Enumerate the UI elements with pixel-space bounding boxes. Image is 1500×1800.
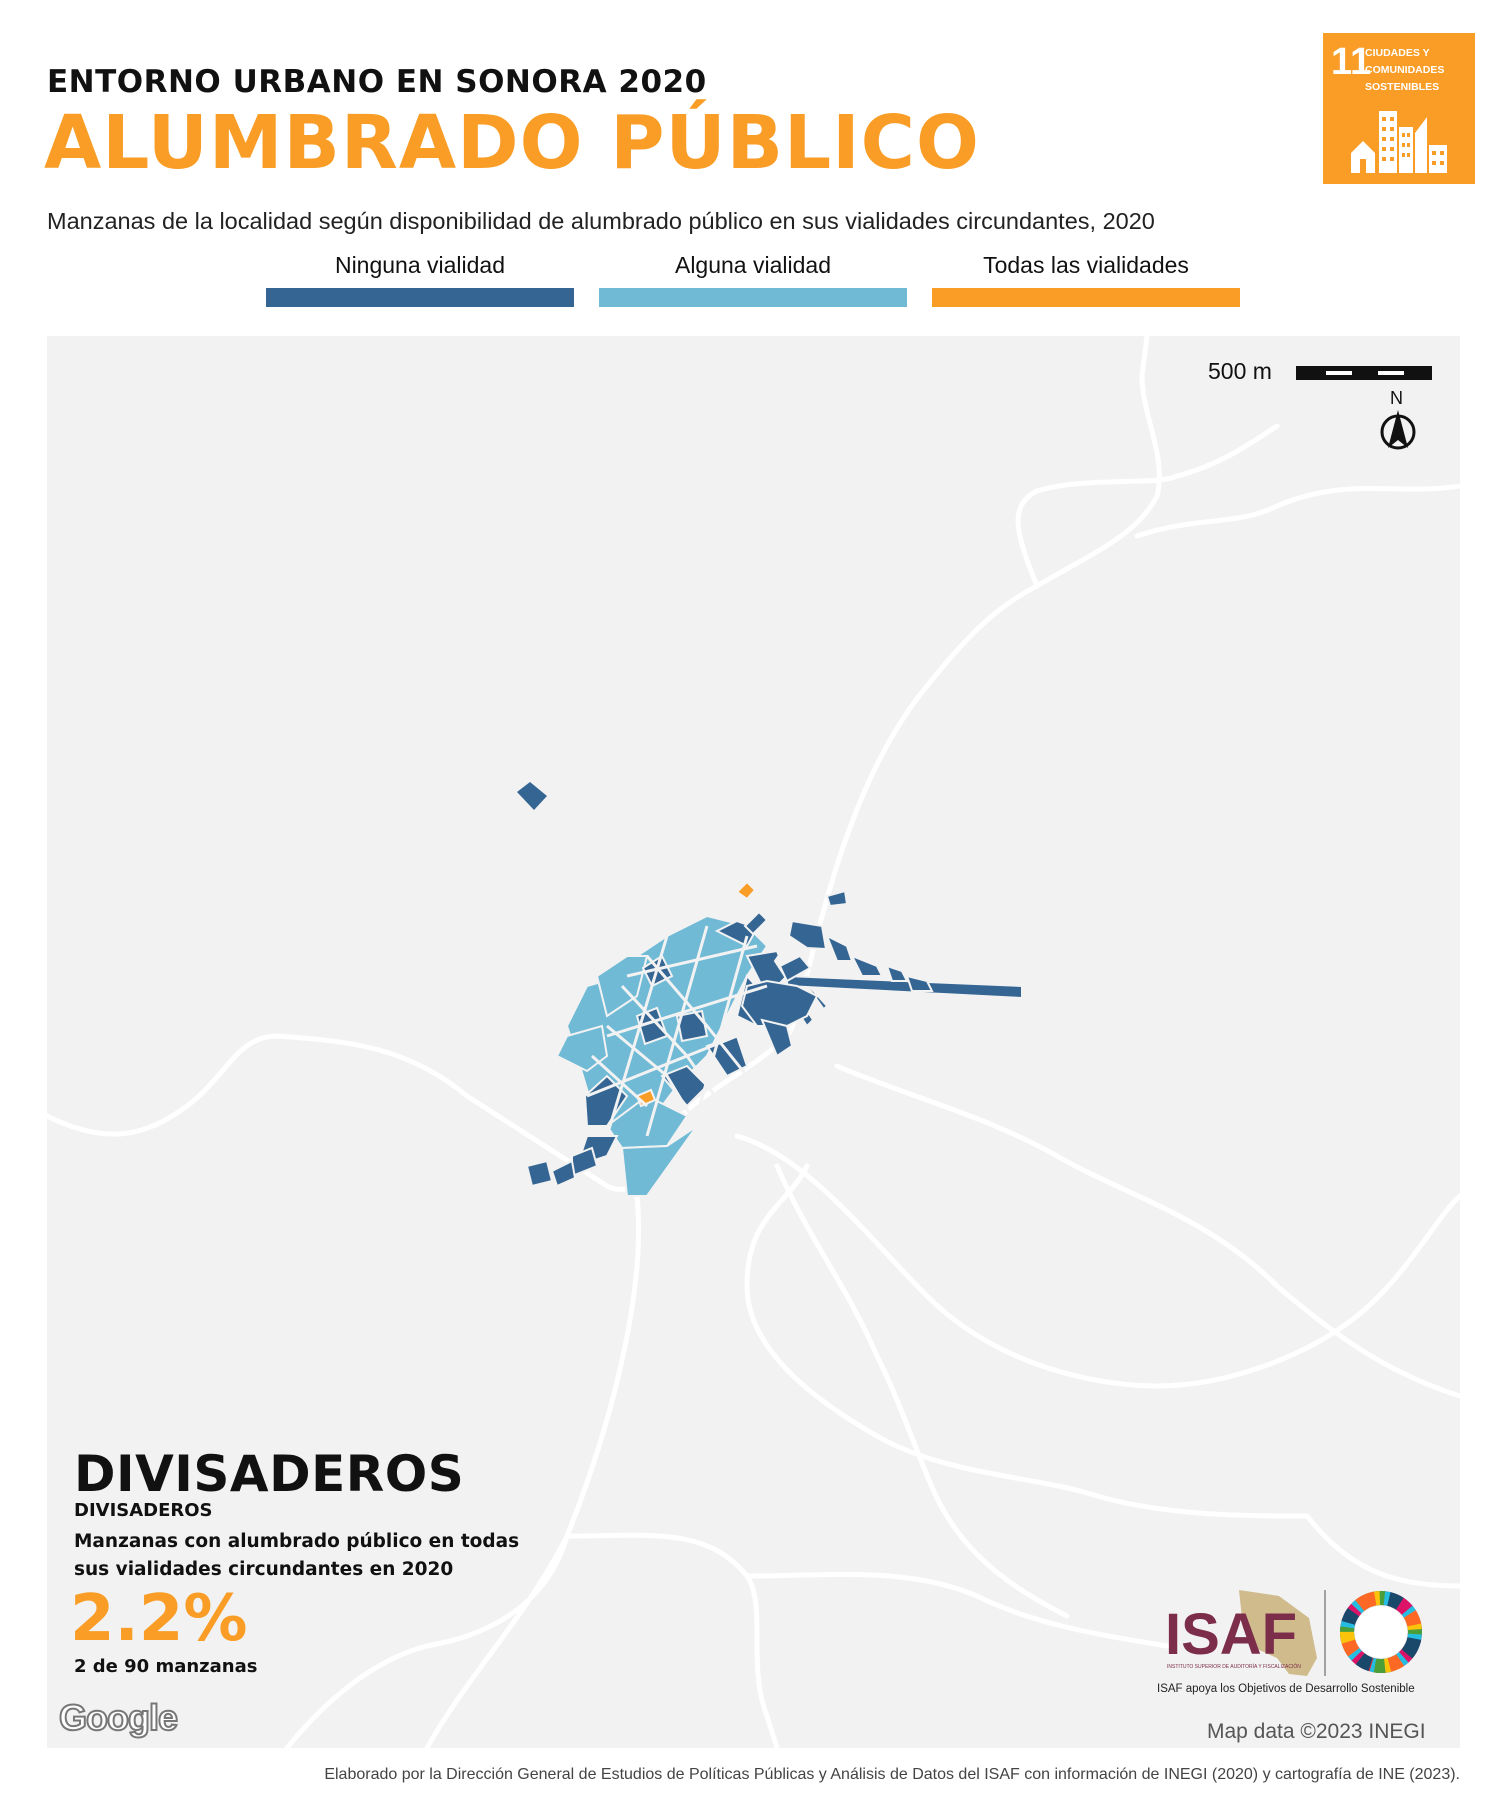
legend-swatch bbox=[599, 288, 907, 307]
isaf-logo-text: ISAF bbox=[1165, 1602, 1297, 1667]
legend-item-todas: Todas las vialidades bbox=[932, 252, 1240, 307]
google-logo: Google bbox=[58, 1696, 179, 1739]
page-title: ALUMBRADO PÚBLICO bbox=[44, 100, 980, 186]
isaf-logo-graphic: ISAF INSTITUTO SUPERIOR DE AUDITORÍA Y F… bbox=[1165, 1590, 1422, 1676]
report-kicker: ENTORNO URBANO EN SONORA 2020 bbox=[47, 64, 707, 100]
stat-label: Manzanas con alumbrado público en todas … bbox=[74, 1531, 520, 1580]
stat-value: 2.2% bbox=[70, 1582, 248, 1656]
map-attribution: Map data ©2023 INEGI bbox=[1207, 1720, 1426, 1743]
locality-name: DIVISADEROS bbox=[74, 1445, 465, 1503]
legend-swatch bbox=[932, 288, 1240, 307]
block-isolated-northwest bbox=[517, 782, 547, 810]
sdg-wheel-icon bbox=[1340, 1591, 1422, 1673]
isaf-logo-subtext: INSTITUTO SUPERIOR DE AUDITORÍA Y FISCAL… bbox=[1167, 1663, 1301, 1670]
isaf-logo: ISAF INSTITUTO SUPERIOR DE AUDITORÍA Y F… bbox=[1159, 1588, 1439, 1684]
municipality-name: DIVISADEROS bbox=[74, 1500, 213, 1521]
north-label: N bbox=[1390, 388, 1403, 408]
sdg-goal-text: CIUDADES Y COMUNIDADES SOSTENIBLES bbox=[1365, 47, 1445, 93]
legend-swatch bbox=[266, 288, 574, 307]
legend-item-ninguna: Ninguna vialidad bbox=[266, 252, 574, 307]
legend-label: Todas las vialidades bbox=[983, 252, 1189, 278]
legend-item-alguna: Alguna vialidad bbox=[599, 252, 907, 307]
scale-label: 500 m bbox=[1208, 358, 1272, 384]
footer-source: Elaborado por la Dirección General de Es… bbox=[324, 1766, 1460, 1783]
chart-subtitle: Manzanas de la localidad según disponibi… bbox=[47, 208, 1155, 234]
city-buildings-icon bbox=[1351, 111, 1447, 173]
sdg-11-badge: 11 CIUDADES Y COMUNIDADES SOSTENIBLES bbox=[1323, 33, 1475, 184]
isaf-tagline: ISAF apoya los Objetivos de Desarrollo S… bbox=[1157, 1683, 1415, 1695]
stat-count: 2 de 90 manzanas bbox=[74, 1656, 258, 1677]
locality-blocks bbox=[525, 880, 1023, 1197]
scale-bar bbox=[1296, 366, 1432, 380]
legend-label: Alguna vialidad bbox=[674, 252, 831, 278]
north-arrow-icon bbox=[1380, 410, 1416, 450]
legend-label: Ninguna vialidad bbox=[334, 252, 506, 278]
